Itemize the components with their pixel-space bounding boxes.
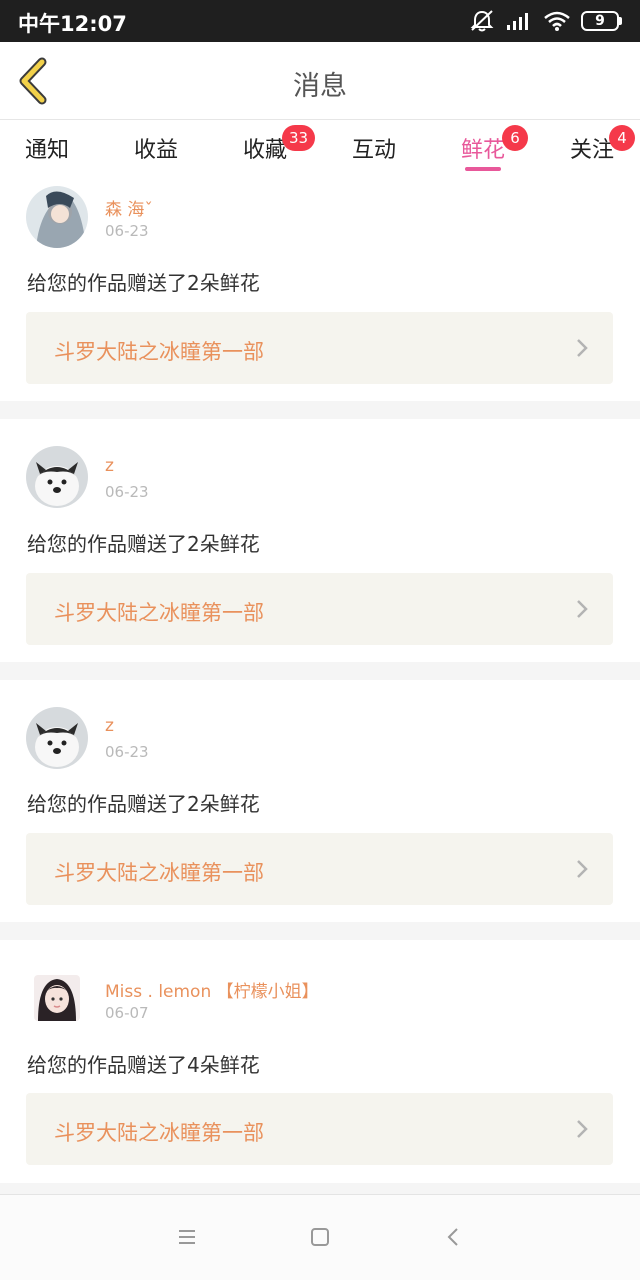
chevron-right-icon [577,600,588,618]
tab-label: 鲜花 [460,138,505,163]
signal-icon [507,13,528,30]
tab-favorites[interactable]: 收藏 33 [220,125,316,164]
username[interactable]: 森 海ˇ [105,195,153,220]
menu-icon[interactable] [175,1225,199,1249]
tab-flowers[interactable]: 鲜花 6 [438,125,528,164]
chevron-right-icon [577,339,588,357]
avatar[interactable] [26,446,88,508]
bell-off-icon [470,10,494,32]
work-title: 斗罗大陆之冰瞳第一部 [54,861,264,885]
username[interactable]: z [105,456,114,476]
message-card: 森 海ˇ 06-23 给您的作品赠送了2朵鲜花 斗罗大陆之冰瞳第一部 [0,176,640,401]
message-card: z 06-23 给您的作品赠送了2朵鲜花 斗罗大陆之冰瞳第一部 [0,419,640,662]
work-link[interactable]: 斗罗大陆之冰瞳第一部 [26,833,613,905]
tab-earnings[interactable]: 收益 [111,132,201,164]
tab-bar: 通知 收益 收藏 33 互动 鲜花 6 关注 4 [0,120,640,176]
message-text: 给您的作品赠送了4朵鲜花 [27,1053,260,1077]
work-title: 斗罗大陆之冰瞳第一部 [54,601,264,625]
avatar[interactable] [26,186,88,248]
message-date: 06-23 [105,222,149,240]
tab-following[interactable]: 关注 4 [547,125,637,164]
message-card: z 06-23 给您的作品赠送了2朵鲜花 斗罗大陆之冰瞳第一部 [0,680,640,922]
work-link[interactable]: 斗罗大陆之冰瞳第一部 [26,1093,613,1165]
unread-badge: 33 [282,125,316,151]
status-time: 中午12:07 [18,12,127,36]
work-link[interactable]: 斗罗大陆之冰瞳第一部 [26,312,613,384]
tab-notifications[interactable]: 通知 [2,132,92,164]
work-title: 斗罗大陆之冰瞳第一部 [54,340,264,364]
message-text: 给您的作品赠送了2朵鲜花 [27,532,260,556]
tab-label: 通知 [24,138,69,163]
work-link[interactable]: 斗罗大陆之冰瞳第一部 [26,573,613,645]
unread-badge: 4 [609,125,635,151]
battery-level: 9 [581,11,619,31]
wifi-icon [544,11,570,31]
system-nav-bar [0,1194,640,1280]
work-title: 斗罗大陆之冰瞳第一部 [54,1121,264,1145]
avatar[interactable] [26,707,88,769]
back-nav-icon[interactable] [442,1225,466,1249]
chevron-right-icon [577,860,588,878]
message-date: 06-23 [105,743,149,761]
message-date: 06-23 [105,483,149,501]
app-header: 消息 [0,42,640,120]
avatar[interactable] [34,975,80,1021]
tab-label: 互动 [351,138,396,163]
message-text: 给您的作品赠送了2朵鲜花 [27,792,260,816]
message-text: 给您的作品赠送了2朵鲜花 [27,271,260,295]
page-title: 消息 [293,71,347,102]
username[interactable]: Miss . lemon 【柠檬小姐】 [105,977,319,1002]
message-card: Miss . lemon 【柠檬小姐】 06-07 给您的作品赠送了4朵鲜花 斗… [0,940,640,1183]
tab-label: 收益 [133,138,178,163]
tab-label: 关注 [569,138,614,163]
status-bar: 中午12:07 9 [0,0,640,42]
chevron-right-icon [577,1120,588,1138]
tab-interactions[interactable]: 互动 [329,132,419,164]
home-icon[interactable] [308,1225,332,1249]
tab-label: 收藏 [242,138,287,163]
active-tab-indicator [465,167,501,171]
message-date: 06-07 [105,1004,149,1022]
unread-badge: 6 [502,125,528,151]
battery-icon: 9 [581,11,622,31]
username[interactable]: z [105,716,114,736]
